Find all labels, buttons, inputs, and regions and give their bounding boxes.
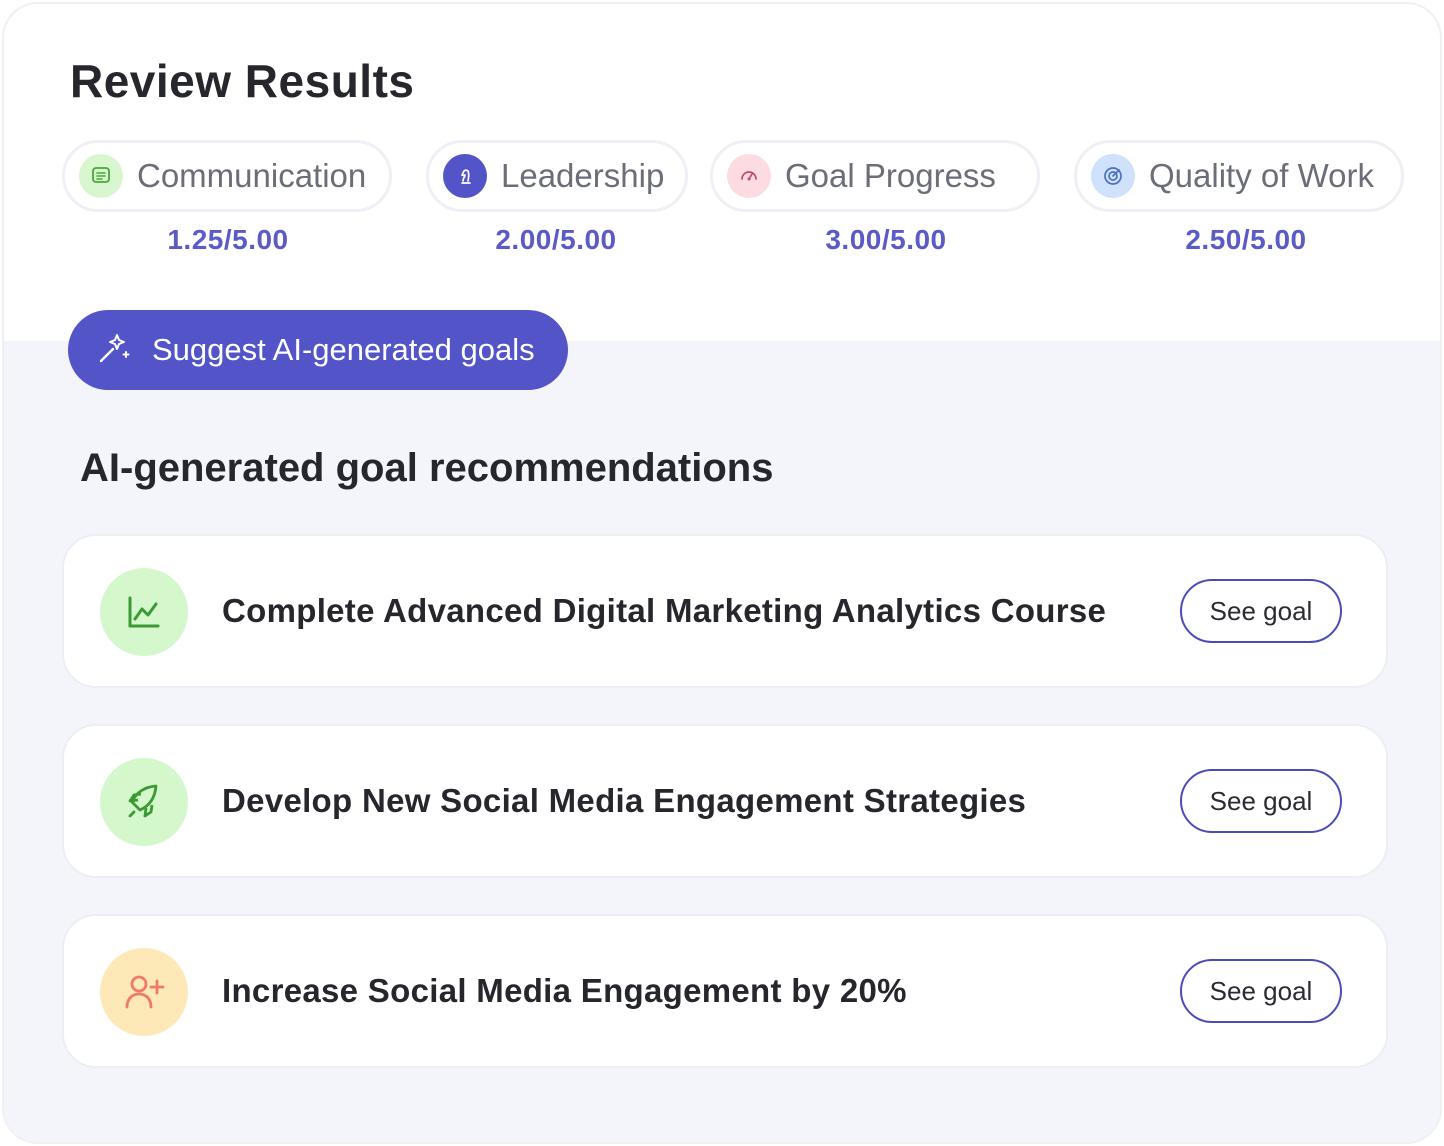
see-goal-button[interactable]: See goal — [1180, 579, 1342, 643]
metric-leadership: Leadership — [426, 140, 688, 212]
suggest-ai-goals-button[interactable]: Suggest AI-generated goals — [68, 310, 568, 390]
metric-label: Quality of Work — [1149, 157, 1374, 194]
metric-score: 3.00/5.00 — [825, 224, 947, 255]
add-user-icon — [100, 948, 188, 1036]
metric-score: 2.50/5.00 — [1185, 224, 1307, 255]
gauge-icon — [727, 154, 771, 198]
goal-title: Complete Advanced Digital Marketing Anal… — [222, 592, 1107, 629]
suggest-ai-goals-label: Suggest AI-generated goals — [152, 332, 535, 367]
metric-goal-progress: Goal Progress — [710, 140, 1040, 212]
goal-card: Complete Advanced Digital Marketing Anal… — [62, 534, 1388, 688]
page-title: Review Results — [70, 55, 415, 107]
review-results-card: Review Results Communication 1.25/5.00 L… — [2, 2, 1442, 1144]
metric-score: 1.25/5.00 — [167, 224, 289, 255]
metric-label: Goal Progress — [785, 157, 996, 194]
goal-title: Develop New Social Media Engagement Stra… — [222, 782, 1027, 819]
metric-score: 2.00/5.00 — [495, 224, 617, 255]
goal-card: Develop New Social Media Engagement Stra… — [62, 724, 1388, 878]
chess-knight-icon — [443, 154, 487, 198]
metric-label: Communication — [137, 157, 367, 194]
line-chart-icon — [100, 568, 188, 656]
chat-icon — [79, 154, 123, 198]
rocket-icon — [100, 758, 188, 846]
metric-quality-of-work: Quality of Work — [1074, 140, 1404, 212]
recommendations-title: AI-generated goal recommendations — [80, 446, 774, 490]
see-goal-button[interactable]: See goal — [1180, 769, 1342, 833]
metric-label: Leadership — [501, 157, 665, 194]
goal-card: Increase Social Media Engagement by 20% … — [62, 914, 1388, 1068]
see-goal-button[interactable]: See goal — [1180, 959, 1342, 1023]
metric-communication: Communication — [62, 140, 392, 212]
target-icon — [1091, 154, 1135, 198]
magic-wand-icon — [96, 330, 132, 371]
goal-title: Increase Social Media Engagement by 20% — [222, 972, 907, 1009]
